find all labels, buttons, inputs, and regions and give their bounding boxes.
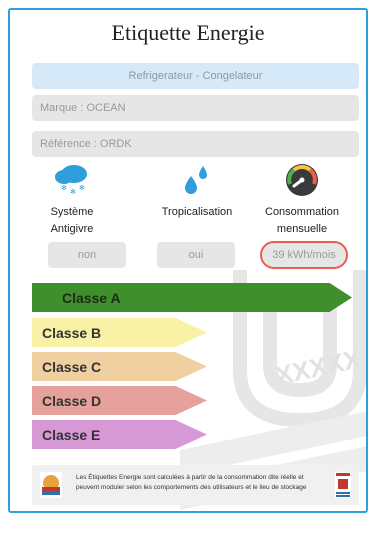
svg-text:✻: ✻ (79, 184, 85, 192)
page-title: Etiquette Energie (111, 20, 265, 45)
svg-text:✻: ✻ (61, 184, 67, 192)
brand-field[interactable]: Marque : OCEAN (32, 95, 359, 121)
feature-antigivre: ✻ ✻ ✻ Système Antigivre (22, 162, 122, 238)
consommation-value[interactable]: 39 kWh/mois (260, 241, 348, 269)
footer-text: Les Étiquettes Energie sont calculées à … (76, 474, 307, 491)
feature-label: Consommation mensuelle (265, 206, 339, 235)
tropicalisation-value[interactable]: oui (157, 242, 235, 268)
footer-note: Les Étiquettes Energie sont calculées à … (32, 465, 359, 505)
polynesia-emblem-icon (40, 472, 62, 498)
antigivre-value[interactable]: non (48, 242, 126, 268)
water-drops-icon (185, 166, 207, 194)
energy-label-card: XXXXX Etiquette Energie Refrigerateur - … (8, 8, 368, 513)
feature-consommation: Consommation mensuelle (252, 162, 352, 238)
reference-field[interactable]: Référence : ORDK (32, 131, 359, 157)
snow-cloud-icon: ✻✻✻ (55, 165, 87, 196)
feature-label: Tropicalisation (161, 206, 233, 218)
feature-tropicalisation: Tropicalisation (147, 162, 247, 221)
svg-text:✻: ✻ (70, 188, 76, 196)
feature-label: Système Antigivre (50, 206, 94, 235)
energy-class-e[interactable]: Classe E (32, 420, 207, 449)
agency-logo-icon (334, 471, 352, 499)
category-field[interactable]: Refrigerateur - Congelateur (32, 63, 359, 89)
energy-class-a[interactable]: Classe A (32, 283, 352, 312)
energy-class-d[interactable]: Classe D (32, 386, 207, 415)
energy-class-c[interactable]: Classe C (32, 352, 207, 381)
energy-class-b[interactable]: Classe B (32, 318, 207, 347)
gauge-icon (286, 164, 318, 196)
